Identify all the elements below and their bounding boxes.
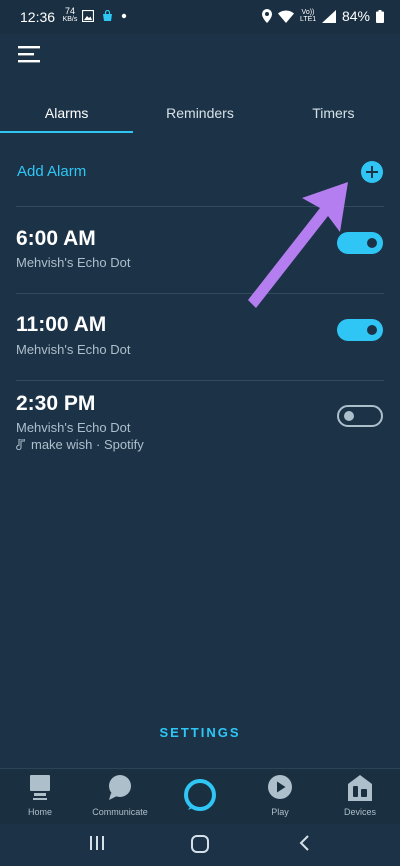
network-speed-value: 74 xyxy=(64,6,75,16)
devices-house-icon xyxy=(348,775,372,801)
chat-bubble-icon xyxy=(109,775,131,800)
dot-icon xyxy=(121,13,127,19)
alarm-device: Mehvish's Echo Dot xyxy=(16,342,131,357)
battery-icon xyxy=(376,9,384,23)
settings-link[interactable]: SETTINGS xyxy=(0,725,400,740)
add-alarm-row: Add Alarm xyxy=(0,148,400,196)
signal-icon xyxy=(321,9,336,23)
toggle-knob xyxy=(367,238,377,248)
home-button-icon[interactable] xyxy=(190,834,210,854)
alarm-device: Mehvish's Echo Dot xyxy=(16,420,131,435)
recent-apps-icon[interactable] xyxy=(88,834,106,852)
status-bar: 12:36 74 KB/s Vo)) LTE1 84% xyxy=(0,0,400,34)
nav-devices[interactable]: Devices xyxy=(320,769,400,825)
alarm-time: 11:00 AM xyxy=(16,313,107,336)
home-icon xyxy=(30,775,50,800)
nav-play-label: Play xyxy=(271,807,289,817)
alarm-music-label: make wish · Spotify xyxy=(31,437,144,452)
back-icon[interactable] xyxy=(298,834,312,852)
nav-alexa[interactable] xyxy=(160,769,240,825)
tab-reminders[interactable]: Reminders xyxy=(133,96,266,136)
alarm-time: 6:00 AM xyxy=(16,227,96,250)
toggle-knob xyxy=(344,411,354,421)
shopping-bag-icon xyxy=(103,10,112,21)
nav-home[interactable]: Home xyxy=(0,769,80,825)
image-icon xyxy=(82,10,94,22)
add-alarm-link[interactable]: Add Alarm xyxy=(17,163,86,180)
status-right: Vo)) LTE1 84% xyxy=(261,8,384,24)
alarm-toggle[interactable] xyxy=(337,232,383,254)
alarm-toggle[interactable] xyxy=(337,319,383,341)
alarm-toggle[interactable] xyxy=(337,405,383,427)
notification-icons xyxy=(82,10,127,22)
bottom-nav: Home Communicate Play Devices xyxy=(0,768,400,825)
menu-icon[interactable] xyxy=(18,44,42,64)
network-speed-unit: KB/s xyxy=(62,16,78,23)
alarm-item[interactable]: 6:00 AM Mehvish's Echo Dot xyxy=(0,207,400,293)
status-time: 12:36 xyxy=(20,9,56,25)
location-icon xyxy=(261,9,272,23)
nav-devices-label: Devices xyxy=(343,807,376,817)
toggle-knob xyxy=(367,325,377,335)
music-note-icon xyxy=(16,439,25,450)
volte-bottom: LTE1 xyxy=(299,16,317,23)
volte-indicator: Vo)) LTE1 xyxy=(300,9,316,23)
network-speed: 74 KB/s xyxy=(62,6,78,24)
wifi-icon xyxy=(277,9,294,23)
nav-communicate-label: Communicate xyxy=(92,807,148,817)
system-nav-bar xyxy=(0,824,400,866)
tab-alarms[interactable]: Alarms xyxy=(0,96,134,136)
tab-timers[interactable]: Timers xyxy=(267,96,400,136)
battery-percent: 84% xyxy=(341,8,370,24)
tab-bar: Alarms Reminders Timers xyxy=(0,96,400,136)
alexa-icon xyxy=(184,779,216,811)
nav-play[interactable]: Play xyxy=(240,769,320,825)
alarm-time: 2:30 PM xyxy=(16,392,96,415)
play-icon xyxy=(268,775,292,799)
alarm-music: make wish · Spotify xyxy=(16,437,144,452)
alarm-item[interactable]: 11:00 AM Mehvish's Echo Dot xyxy=(0,294,400,380)
nav-communicate[interactable]: Communicate xyxy=(80,769,160,825)
alarm-device: Mehvish's Echo Dot xyxy=(16,255,131,270)
alarm-item[interactable]: 2:30 PM Mehvish's Echo Dot make wish · S… xyxy=(0,381,400,471)
add-alarm-plus-icon[interactable] xyxy=(360,160,384,184)
volte-top: Vo)) xyxy=(301,9,315,16)
nav-home-label: Home xyxy=(27,807,52,817)
